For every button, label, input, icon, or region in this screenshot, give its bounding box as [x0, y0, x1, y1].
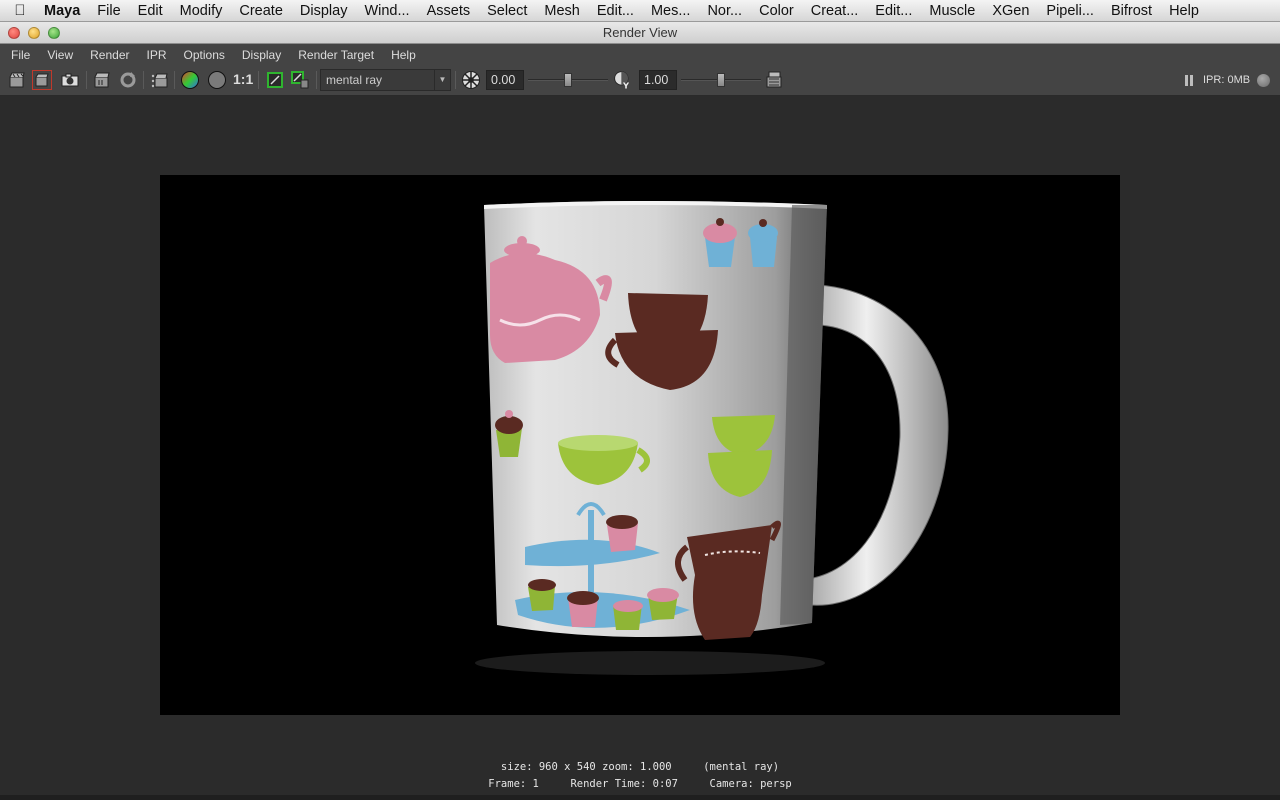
- window-title: Render View: [602, 25, 678, 40]
- rv-menu-file[interactable]: File: [0, 48, 39, 62]
- render-view-menu-bar: File View Render IPR Options Display Ren…: [0, 44, 1280, 65]
- menu-bifrost[interactable]: Bifrost: [1102, 3, 1160, 19]
- render-settings-icon[interactable]: [149, 70, 169, 90]
- keep-image-icon[interactable]: [290, 70, 310, 90]
- gamma-icon[interactable]: Y: [613, 70, 633, 90]
- rv-menu-ipr[interactable]: IPR: [138, 48, 175, 62]
- menu-assets[interactable]: Assets: [418, 3, 479, 19]
- refresh-ipr-icon[interactable]: [118, 70, 138, 90]
- renderer-dropdown[interactable]: mental ray ▼: [320, 69, 451, 91]
- menu-mesh-tools[interactable]: Mes...: [642, 3, 698, 19]
- renderer-dropdown-value: mental ray: [326, 73, 383, 87]
- menu-muscle[interactable]: Muscle: [921, 3, 984, 19]
- ipr-memory-label: IPR: 0MB: [1203, 74, 1251, 86]
- rgb-channels-icon[interactable]: [180, 70, 200, 90]
- menu-edit[interactable]: Edit: [129, 3, 171, 19]
- menu-color[interactable]: Color: [751, 3, 803, 19]
- gamma-field[interactable]: 1.00: [639, 70, 677, 90]
- exposure-icon[interactable]: [461, 70, 481, 90]
- menu-file[interactable]: File: [89, 3, 129, 19]
- menu-xgen[interactable]: XGen: [984, 3, 1038, 19]
- close-window-button[interactable]: [8, 27, 20, 39]
- rv-menu-help[interactable]: Help: [383, 48, 425, 62]
- menu-edit-mesh[interactable]: Edit...: [588, 3, 642, 19]
- menu-create-uvs[interactable]: Creat...: [802, 3, 867, 19]
- rendered-image[interactable]: [160, 175, 1120, 715]
- menu-edit-uvs[interactable]: Edit...: [867, 3, 921, 19]
- menu-windows[interactable]: Wind...: [356, 3, 418, 19]
- menu-modify[interactable]: Modify: [171, 3, 231, 19]
- minimize-window-button[interactable]: [28, 27, 40, 39]
- render-view-toolbar: 1:1 mental ray ▼ 0.00 Y 1.00 IPR: 0MB: [0, 65, 1280, 96]
- menu-pipeline[interactable]: Pipeli...: [1038, 3, 1103, 19]
- menu-select[interactable]: Select: [479, 3, 536, 19]
- window-bottom-edge: [0, 795, 1280, 800]
- menu-app[interactable]: Maya: [40, 3, 89, 19]
- window-titlebar[interactable]: Render View: [0, 22, 1280, 44]
- render-info-status: Frame: 1 Render Time: 0:07 Camera: persp: [488, 778, 792, 790]
- image-size-status: size: 960 x 540 zoom: 1.000 (mental ray): [500, 761, 780, 773]
- alpha-channel-icon[interactable]: [207, 70, 227, 90]
- ipr-render-icon[interactable]: [92, 70, 112, 90]
- zoom-window-button[interactable]: [48, 27, 60, 39]
- rv-menu-render[interactable]: Render: [82, 48, 138, 62]
- snapshot-icon[interactable]: [60, 70, 80, 90]
- exposure-field[interactable]: 0.00: [486, 70, 524, 90]
- menu-help[interactable]: Help: [1161, 3, 1208, 19]
- rv-menu-view[interactable]: View: [39, 48, 82, 62]
- pause-ipr-icon[interactable]: [1184, 75, 1194, 86]
- render-region-icon[interactable]: [32, 70, 52, 90]
- system-menu-bar:  Maya File Edit Modify Create Display W…: [0, 0, 1280, 22]
- rv-menu-display[interactable]: Display: [233, 48, 289, 62]
- exposure-slider-handle[interactable]: [564, 73, 572, 87]
- rendered-mug-image: [475, 201, 949, 675]
- apple-icon[interactable]: : [0, 2, 40, 19]
- real-size-button[interactable]: 1:1: [233, 71, 253, 91]
- rv-menu-options[interactable]: Options: [175, 48, 233, 62]
- menu-mesh[interactable]: Mesh: [536, 3, 588, 19]
- rv-menu-render-target[interactable]: Render Target: [290, 48, 383, 62]
- redo-render-icon[interactable]: [7, 70, 27, 90]
- gamma-slider-handle[interactable]: [717, 73, 725, 87]
- menu-normals[interactable]: Nor...: [699, 3, 751, 19]
- svg-text:Y: Y: [622, 80, 630, 90]
- display-region-icon[interactable]: [265, 70, 285, 90]
- ipr-status-icon[interactable]: [1257, 74, 1270, 87]
- color-management-icon[interactable]: [765, 70, 785, 90]
- menu-display[interactable]: Display: [291, 3, 356, 19]
- chevron-down-icon: ▼: [434, 70, 450, 90]
- menu-create[interactable]: Create: [231, 3, 292, 19]
